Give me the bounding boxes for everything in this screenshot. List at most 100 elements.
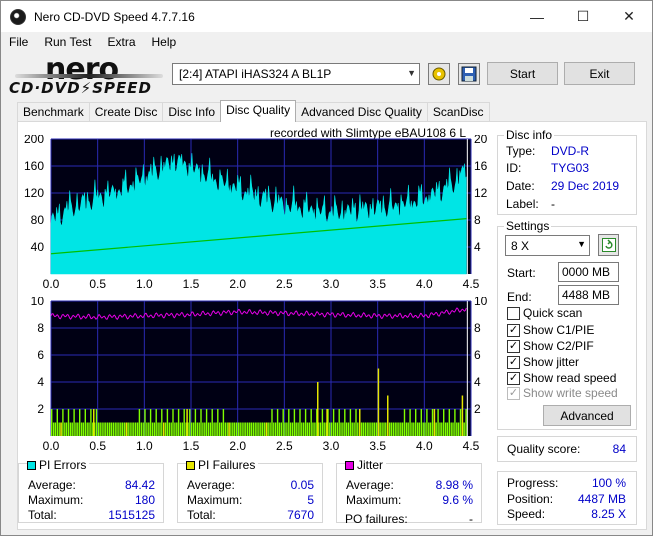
tab-advanced-disc-quality[interactable]: Advanced Disc Quality	[295, 102, 428, 122]
pi-failures-bar	[411, 422, 413, 436]
pi-failures-bar	[275, 422, 277, 436]
close-button[interactable]: ✕	[606, 1, 652, 32]
minimize-button[interactable]: —	[514, 1, 560, 32]
pi-failures-bar	[331, 422, 333, 436]
pi-failures-bar	[297, 422, 299, 436]
start-input[interactable]: 0000 MB	[558, 262, 619, 282]
tab-scandisc[interactable]: ScanDisc	[426, 102, 490, 122]
pi-failures-bar	[306, 422, 309, 436]
pi-failures-bar	[273, 422, 275, 436]
pi-failures-bar	[370, 422, 372, 436]
id-value: TYG03	[551, 161, 590, 175]
speed-select[interactable]: 8 X ▼	[505, 235, 590, 256]
pi-failures-bar	[245, 422, 247, 436]
end-input[interactable]: 4488 MB	[558, 285, 619, 305]
refresh-button[interactable]	[598, 234, 619, 256]
show-c1-pie-checkbox[interactable]: ✓ Show C1/PIE	[507, 323, 594, 337]
pi-failures-bar	[271, 409, 273, 436]
maximize-button[interactable]: ☐	[560, 1, 606, 32]
pi-failures-bar	[326, 409, 328, 436]
pi-failures-bar	[263, 422, 266, 436]
show-jitter-checkbox[interactable]: ✓ Show jitter	[507, 355, 579, 369]
pi-failures-bar	[254, 422, 256, 436]
pif-chart-x-tick-label: 2.0	[229, 439, 246, 453]
pi-errors-avg-value: 84.42	[124, 478, 155, 492]
chevron-down-icon: ▼	[407, 68, 416, 78]
menu-file[interactable]: File	[1, 35, 36, 49]
pi-errors-chart: 0.0 0.5 1.0 1.5 2.0 2.5 3.0 3.5 4.0 4.5 200 160 120 8…	[21, 132, 501, 296]
pif-chart-y2-tick-label: 2	[474, 402, 481, 416]
pi-failures-bar	[88, 422, 90, 436]
pi-failures-bar	[461, 395, 464, 436]
pi-failures-bar	[69, 422, 72, 436]
checkmark-icon: ✓	[507, 355, 520, 369]
pif-chart-x-tick-label: 2.5	[276, 439, 293, 453]
menu-extra[interactable]: Extra	[99, 35, 143, 49]
tab-create-disc[interactable]: Create Disc	[88, 102, 164, 122]
checkbox-box	[507, 306, 520, 320]
tab-disc-info[interactable]: Disc Info	[162, 102, 222, 122]
exit-button[interactable]: Exit	[564, 62, 635, 85]
pi-failures-bar	[56, 409, 58, 436]
jitter-max-value: 9.6 %	[442, 493, 473, 507]
pi-failures-bar	[153, 422, 156, 436]
show-read-speed-checkbox[interactable]: ✓ Show read speed	[507, 371, 616, 385]
pi-failures-bar	[278, 422, 281, 436]
pi-failures-bar	[135, 422, 137, 436]
pi-failures-bar	[186, 409, 188, 436]
show-c2-pif-checkbox[interactable]: ✓ Show C2/PIF	[507, 339, 594, 353]
pif-chart-x-tick-label: 3.5	[369, 439, 386, 453]
menu-run-test[interactable]: Run Test	[36, 35, 99, 49]
show-c1-pie-label: Show C1/PIE	[523, 323, 595, 337]
pi-failures-bar	[340, 422, 342, 436]
title-bar: Nero CD-DVD Speed 4.7.7.16 — ☐ ✕	[1, 1, 652, 32]
pi-failures-bar	[426, 409, 428, 436]
save-button[interactable]	[458, 63, 480, 85]
checkmark-icon: ✓	[507, 371, 520, 385]
tab-disc-quality[interactable]: Disc Quality	[220, 100, 297, 122]
pi-failures-bar	[463, 422, 465, 436]
pi-failures-bar	[219, 422, 221, 436]
po-failures-value: -	[469, 512, 473, 526]
pi-failures-bar	[293, 409, 296, 436]
end-label: End:	[507, 290, 532, 304]
tab-benchmark[interactable]: Benchmark	[17, 102, 90, 122]
pi-failures-bar	[140, 422, 142, 436]
pi-failures-bar	[64, 422, 66, 436]
pi-failures-bar	[164, 422, 167, 436]
date-label: Date:	[506, 179, 535, 193]
pie-chart-x-tick-label: 0.5	[89, 277, 106, 291]
quick-scan-checkbox[interactable]: Quick scan	[507, 306, 582, 320]
pie-chart-y2-tick-label: 8	[474, 213, 481, 227]
pie-chart-x-tick-label: 1.0	[136, 277, 153, 291]
pi-failures-bar	[235, 422, 238, 436]
pi-failures-bar	[105, 422, 107, 436]
pi-failures-bar	[127, 422, 129, 436]
eject-button[interactable]	[428, 63, 450, 85]
pi-failures-bar	[428, 422, 430, 436]
position-label: Position:	[507, 492, 554, 506]
pi-failures-bar	[142, 422, 144, 436]
jitter-swatch	[345, 460, 354, 470]
disc-icon	[10, 8, 26, 25]
refresh-icon	[601, 238, 616, 252]
drive-select[interactable]: [2:4] ATAPI iHAS324 A BL1P ▼	[172, 63, 420, 85]
pi-errors-title: PI Errors	[39, 458, 87, 472]
pi-failures-bar	[459, 409, 462, 436]
pi-failures-bar	[357, 422, 359, 436]
pi-failures-bar	[123, 422, 126, 436]
pi-failures-bar	[351, 422, 353, 436]
pi-failures-bar	[177, 409, 180, 436]
pie-chart-x-tick-label: 4.5	[463, 277, 480, 291]
advanced-button[interactable]: Advanced	[543, 405, 631, 426]
start-button[interactable]: Start	[487, 62, 558, 85]
pi-failures-bar	[377, 368, 380, 436]
pi-failures-bar	[200, 409, 202, 436]
menu-help[interactable]: Help	[144, 35, 185, 49]
tab-bar: Benchmark Create Disc Disc Info Disc Qua…	[17, 100, 490, 122]
pi-failures-bar	[138, 409, 141, 436]
pi-failures-bar	[355, 409, 357, 436]
pi-failures-bar	[67, 409, 70, 436]
pi-failures-bar	[347, 422, 350, 436]
pif-chart-y2-tick-label: 10	[474, 297, 488, 308]
